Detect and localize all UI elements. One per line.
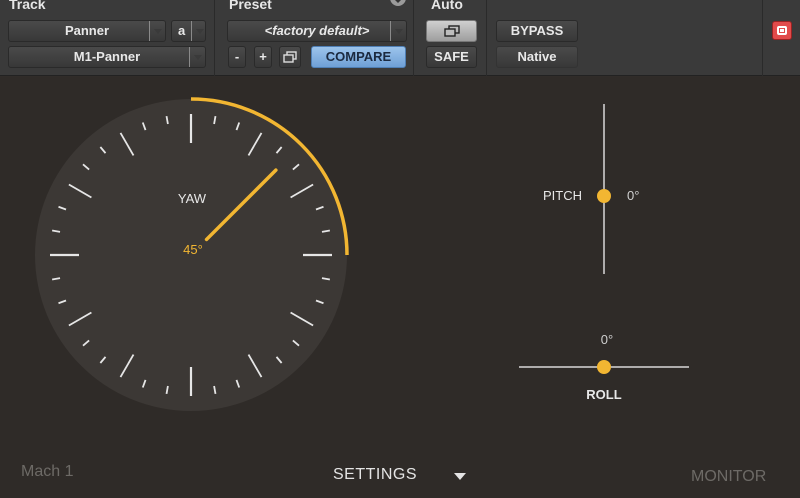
preset-previous-button[interactable]: - — [228, 46, 246, 68]
pitch-thumb[interactable] — [597, 189, 611, 203]
plugin-header: Track Panner a M1-Panner Preset <factory… — [0, 0, 800, 76]
auto-section: Auto SAFE — [415, 0, 487, 76]
brand-logo: Mach 1 — [21, 463, 74, 480]
preset-menu-icon[interactable] — [390, 0, 406, 6]
yaw-value: 45° — [183, 242, 203, 257]
compare-label: COMPARE — [325, 49, 392, 64]
bypass-button[interactable]: BYPASS — [496, 20, 578, 42]
settings-label: SETTINGS — [333, 466, 418, 483]
bypass-label: BYPASS — [510, 23, 564, 38]
native-label: Native — [517, 49, 557, 64]
track-section: Track Panner a M1-Panner — [0, 0, 215, 76]
preset-next-button[interactable]: + — [254, 46, 272, 68]
roll-value: 0° — [601, 332, 613, 347]
target-icon — [777, 26, 787, 35]
chevron-down-icon — [390, 21, 406, 41]
target-window-button[interactable] — [772, 21, 792, 40]
pitch-value: 0° — [627, 188, 639, 203]
preset-title: Preset — [229, 0, 272, 12]
plus-label: + — [259, 49, 267, 64]
compare-button[interactable]: COMPARE — [311, 46, 406, 68]
track-title: Track — [9, 0, 46, 12]
panner-graphics: YAW 45° PITCH 0° 0° ROLL — [35, 97, 689, 411]
insert-selector[interactable]: a — [171, 20, 206, 42]
roll-thumb[interactable] — [597, 360, 611, 374]
roll-label: ROLL — [586, 387, 621, 402]
auto-title: Auto — [431, 0, 463, 12]
plugin-selector[interactable]: Panner — [8, 20, 166, 42]
monitor-button[interactable]: MONITOR — [691, 468, 766, 486]
plugin-window: Track Panner a M1-Panner Preset <factory… — [0, 0, 800, 498]
copy-icon — [283, 51, 297, 63]
insert-letter: a — [178, 23, 186, 38]
preset-section: Preset <factory default> - + COMPARE — [216, 0, 414, 76]
roll-slider[interactable]: 0° ROLL — [519, 332, 689, 402]
preset-name: <factory default> — [264, 23, 370, 38]
native-indicator: Native — [496, 46, 578, 68]
pitch-slider[interactable]: PITCH 0° — [543, 104, 639, 274]
chevron-down-icon — [191, 21, 205, 41]
chevron-down-icon — [394, 0, 402, 3]
minus-label: - — [234, 49, 240, 64]
automation-window-icon — [443, 25, 460, 37]
preset-selector[interactable]: <factory default> — [227, 20, 407, 42]
chevron-down-icon — [189, 47, 205, 67]
plugin-name: Panner — [64, 23, 110, 38]
settings-dropdown[interactable]: SETTINGS — [333, 466, 466, 488]
track-selector[interactable]: M1-Panner — [8, 46, 206, 68]
chevron-down-icon — [454, 473, 466, 480]
yaw-dial[interactable]: YAW 45° — [35, 97, 349, 411]
panner-panel: YAW 45° PITCH 0° 0° ROLL Mach 1 SETTINGS — [0, 77, 800, 498]
chevron-down-icon — [149, 21, 165, 41]
bypass-section: BYPASS Native — [488, 0, 763, 76]
safe-label: SAFE — [434, 49, 469, 64]
automation-button[interactable] — [426, 20, 477, 42]
copy-settings-button[interactable] — [279, 46, 301, 68]
yaw-label: YAW — [178, 191, 207, 206]
safe-button[interactable]: SAFE — [426, 46, 477, 68]
pitch-label: PITCH — [543, 188, 582, 203]
track-name: M1-Panner — [73, 49, 141, 64]
